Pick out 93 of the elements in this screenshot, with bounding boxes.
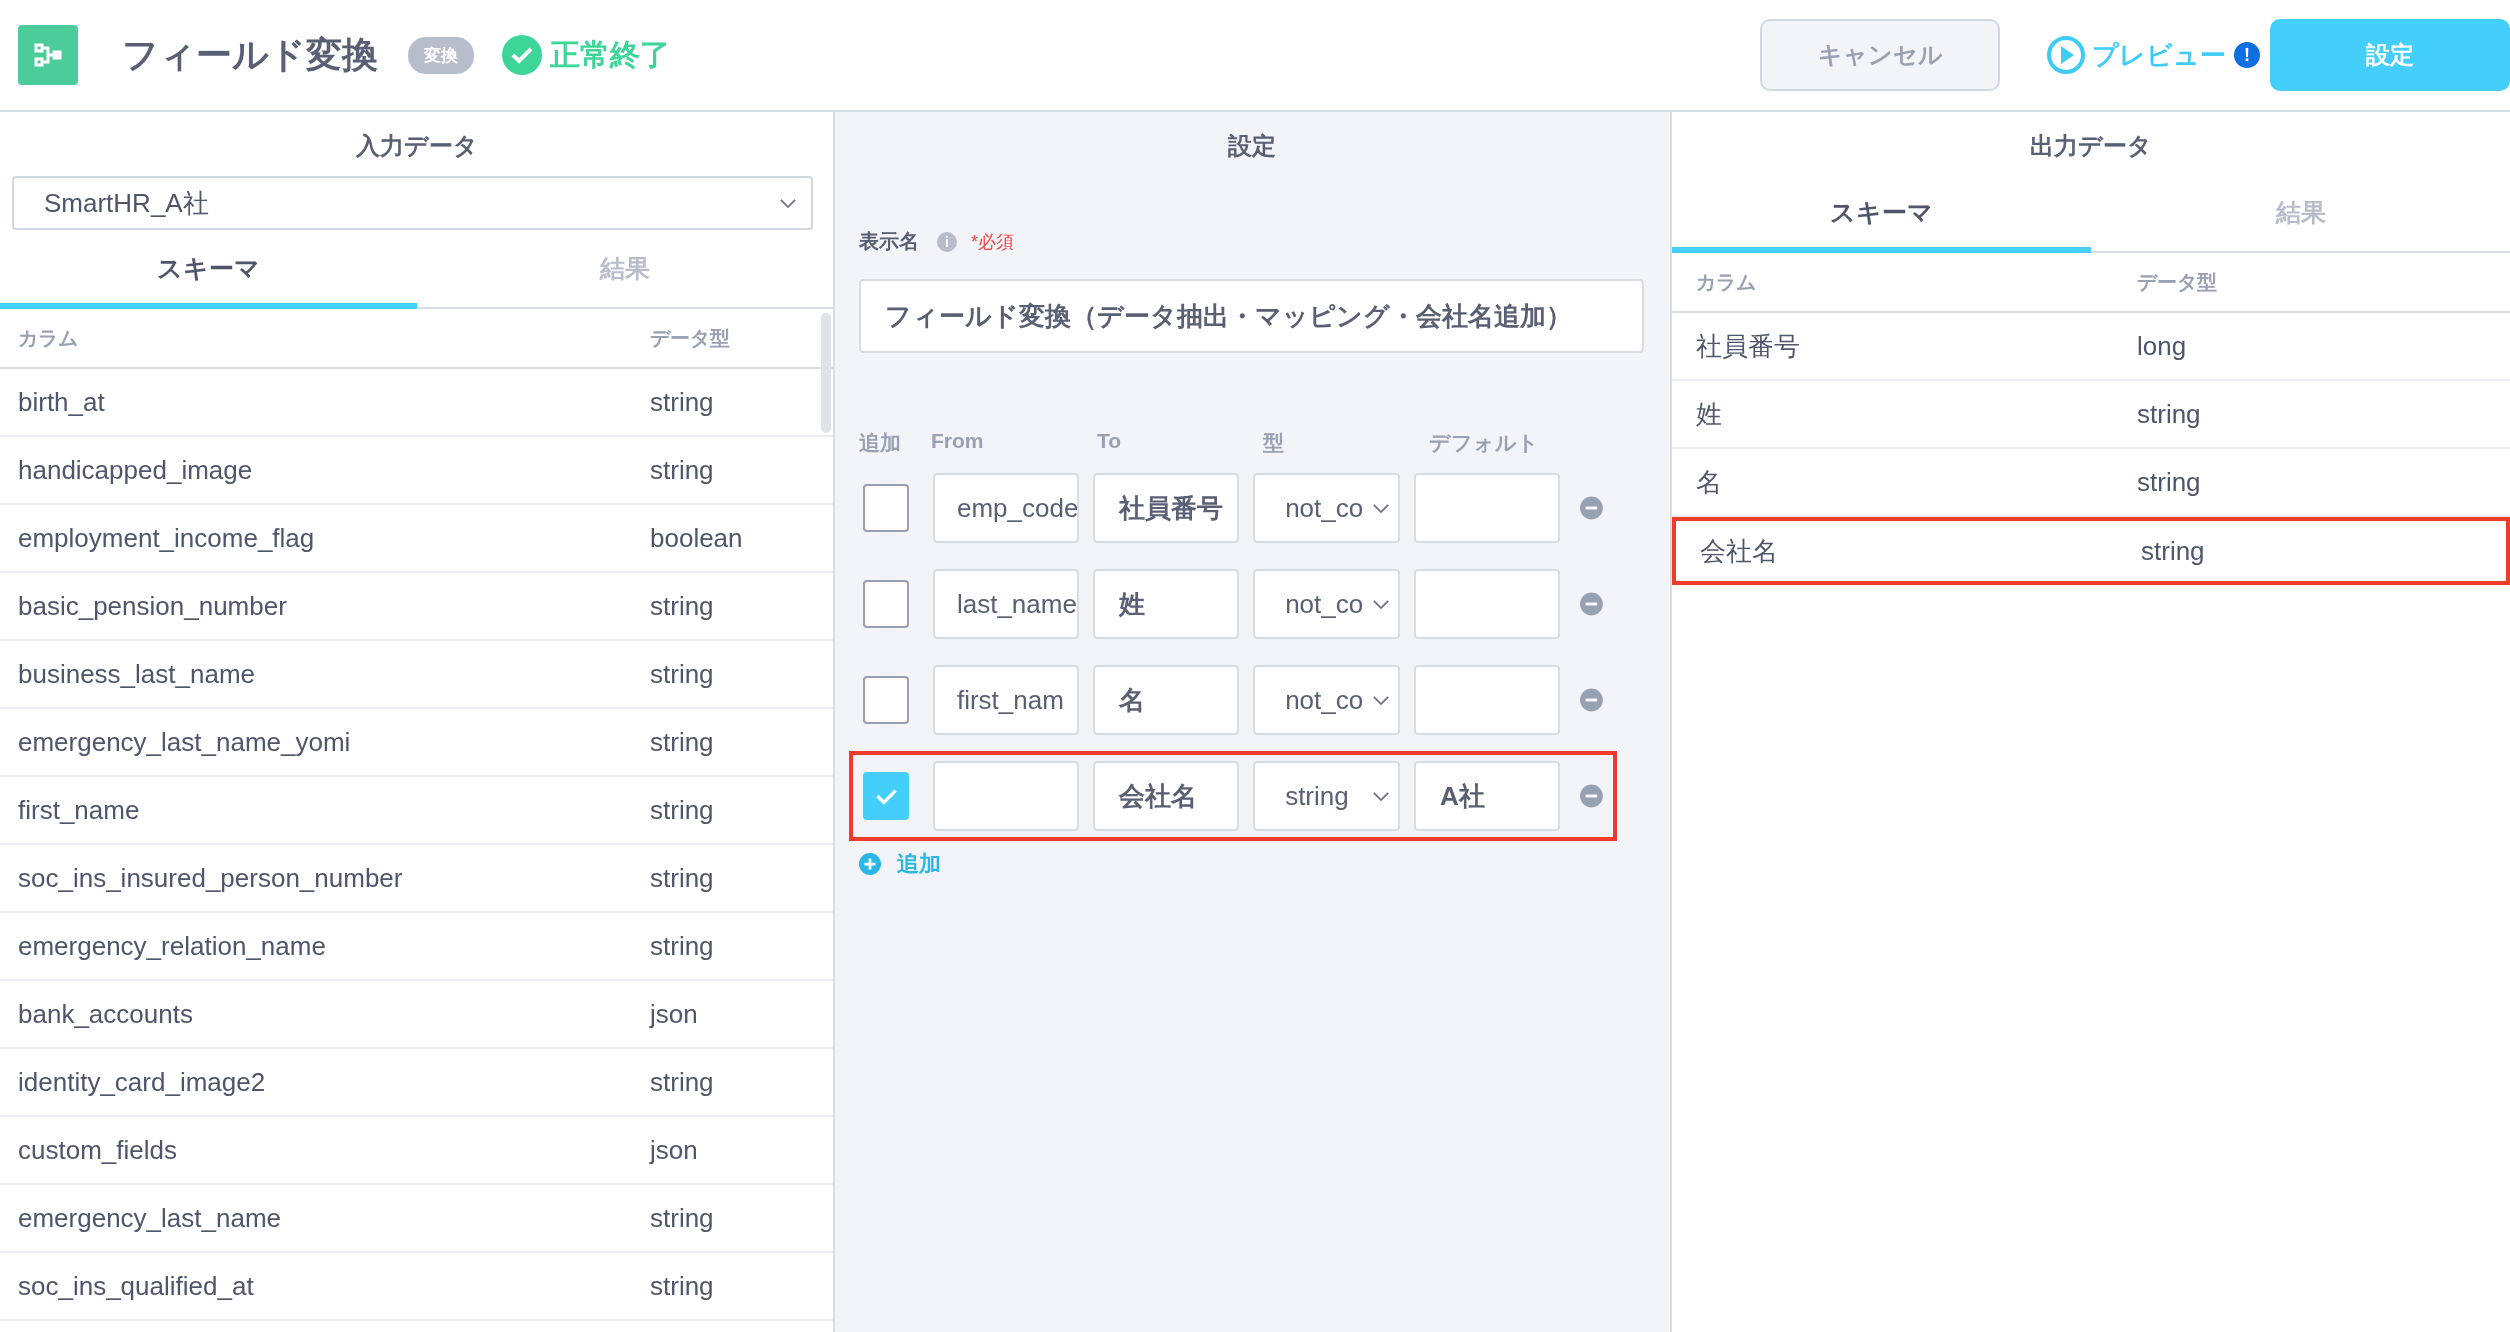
table-cell-text: birth_at [17,386,106,418]
type-dropdown[interactable]: not_co [1253,473,1400,543]
source-dropdown[interactable]: SmartHR_A社 [12,176,813,230]
info-icon: i [937,231,957,252]
table-cell-text: employment_income_flag [17,522,316,554]
type-badge: 変換 [408,36,474,74]
checkbox[interactable] [863,772,909,820]
table-cell-text: handicapped_image [17,454,254,486]
column-header: データ型 [2137,269,2218,295]
table-cell-text: string [650,862,715,894]
table-cell-text: json [650,998,699,1030]
chevron-down-icon [1371,790,1390,802]
scrollbar[interactable] [821,313,831,433]
chevron-down-icon [779,197,797,209]
add-icon[interactable] [859,853,881,875]
table-cell-text: string [2137,466,2202,498]
table-cell-text: string [650,726,715,758]
tab[interactable]: スキーマ [1672,184,2091,253]
remove-icon[interactable] [1580,784,1603,808]
table-cell-text: string [650,590,715,622]
column-header: 追加 [859,430,902,456]
table-cell-text: 会社名 [1699,534,1779,568]
chevron-down-icon [1371,502,1390,514]
remove-icon[interactable] [1580,592,1603,616]
table-cell-text: business_last_name [17,658,257,690]
default-field[interactable] [1413,473,1561,543]
default-field[interactable]: A社 [1413,761,1561,831]
table-cell-text: first_name [17,794,141,826]
to-field[interactable]: 社員番号 [1093,473,1240,543]
play-icon [2046,35,2086,75]
table-cell-text: basic_pension_number [17,590,288,622]
from-field[interactable] [932,761,1079,831]
check-circle-icon [502,35,542,75]
checkbox[interactable] [863,580,909,628]
default-field[interactable] [1413,665,1561,735]
from-field[interactable]: first_nam [932,665,1079,735]
panel-title: 入力データ [354,131,479,161]
table-cell-text: string [2137,398,2202,430]
column-header: デフォルト [1429,430,1539,456]
table-cell-text: emergency_last_name_yomi [17,726,352,758]
table-cell-text: string [650,386,715,418]
table-cell-text: soc_ins_qualified_at [17,1270,255,1302]
to-field[interactable]: 姓 [1093,569,1240,639]
table-cell-text: 社員番号 [1695,329,1801,363]
column-header: To [1097,429,1123,454]
panel-title: 出力データ [2029,131,2153,161]
table-cell-text: 姓 [1695,397,1723,431]
table-cell-text: soc_ins_insured_person_number [17,862,404,894]
table-cell-text: 名 [1695,465,1723,499]
table-cell-text: string [650,454,715,486]
field-label: 表示名 [859,229,919,254]
table-cell-text: emergency_last_name [17,1202,283,1234]
table-cell-text: long [2137,330,2188,362]
required-label: *必須 [971,230,1014,254]
column-header: From [931,429,985,454]
column-header: カラム [17,325,79,351]
tab[interactable]: スキーマ [0,240,417,309]
table-cell-text: string [650,930,715,962]
remove-icon[interactable] [1580,496,1603,520]
table-cell-text: string [650,1270,715,1302]
table-cell-text: custom_fields [17,1134,178,1166]
checkbox[interactable] [863,484,909,532]
table-cell-text: identity_card_image2 [17,1066,267,1098]
remove-icon[interactable] [1580,688,1603,712]
page-title: フィールド変換 [122,32,378,77]
default-field[interactable] [1413,569,1561,639]
table-cell-text: boolean [650,522,744,554]
table-cell-text: emergency_relation_name [17,930,327,962]
table-cell-text: json [650,1134,699,1166]
type-dropdown[interactable]: string [1253,761,1400,831]
warning-badge: ! [2234,42,2260,68]
panel-title: 設定 [1226,131,1277,161]
table-cell-text: bank_accounts [17,998,194,1030]
type-dropdown[interactable]: not_co [1253,569,1400,639]
chevron-down-icon [1371,598,1390,610]
table-cell-text: string [650,1066,715,1098]
type-dropdown[interactable]: not_co [1253,665,1400,735]
table-cell-text: string [2141,535,2206,567]
from-field[interactable]: last_name [932,569,1079,639]
column-header: カラム [1695,269,1757,295]
column-header: データ型 [650,325,731,351]
from-field[interactable]: emp_code [932,473,1079,543]
table-cell-text: string [650,1202,715,1234]
name-field[interactable]: フィールド変換（データ抽出・マッピング・会社名追加） [859,279,1644,353]
table-cell-text: string [650,658,715,690]
to-field[interactable]: 名 [1093,665,1240,735]
to-field[interactable]: 会社名 [1093,761,1240,831]
checkbox[interactable] [863,676,909,724]
chevron-down-icon [1371,694,1390,706]
table-cell-text: string [650,794,715,826]
status-text: 正常終了 [550,36,670,73]
flow-icon [18,25,78,85]
column-header: 型 [1263,430,1285,456]
